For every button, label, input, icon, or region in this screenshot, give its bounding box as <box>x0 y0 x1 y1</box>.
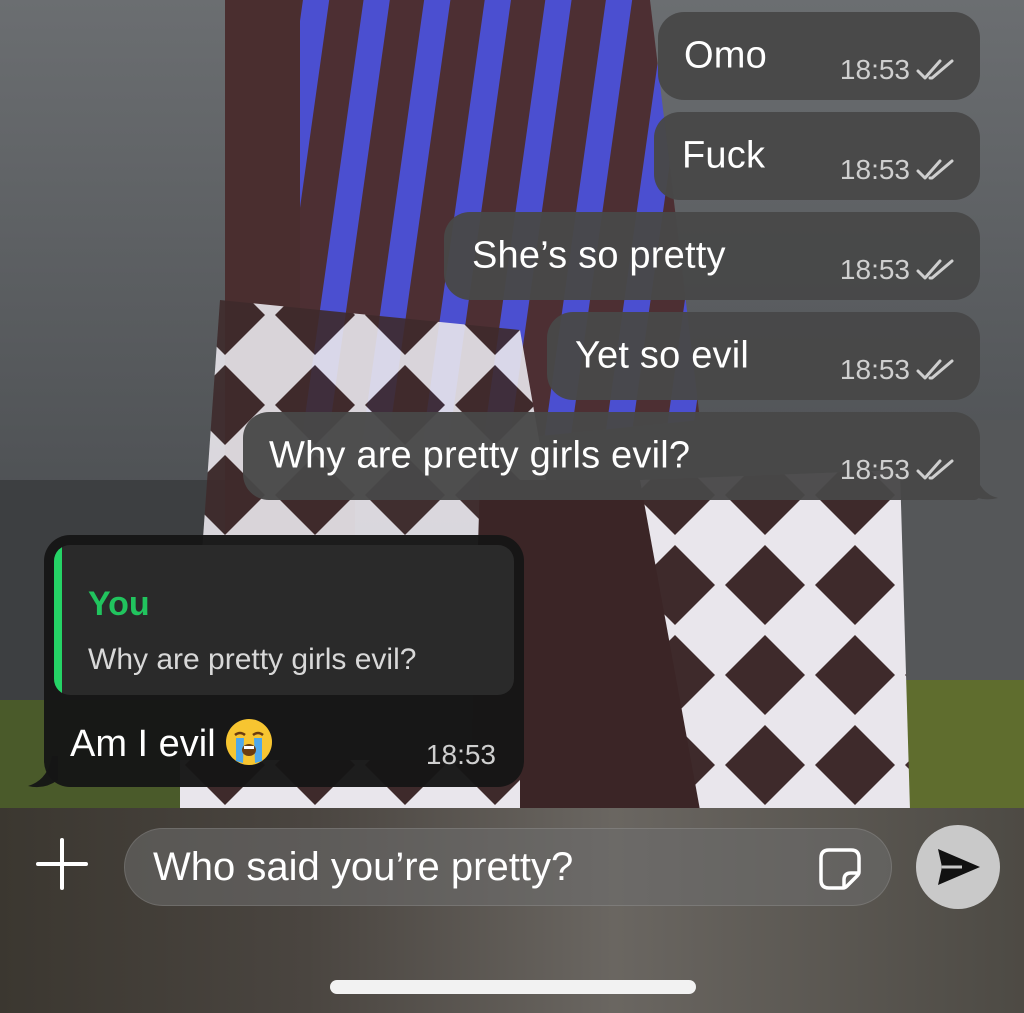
send-icon <box>938 849 980 885</box>
message-time: 18:53 <box>839 254 910 285</box>
send-button[interactable] <box>916 825 1000 909</box>
message-input[interactable]: Who said you’re pretty? <box>124 828 892 906</box>
message-text: Am I evil <box>70 723 216 766</box>
outgoing-message[interactable]: Why are pretty girls evil? 18:53 <box>243 412 980 500</box>
message-text: She’s so pretty <box>472 234 726 277</box>
quote-author: You <box>88 585 150 623</box>
outgoing-message[interactable]: Omo 18:53 <box>658 12 980 100</box>
message-text: Fuck <box>682 134 766 177</box>
read-ticks-icon <box>916 59 954 80</box>
read-ticks-icon <box>916 359 954 380</box>
outgoing-message[interactable]: She’s so pretty 18:53 <box>444 212 980 300</box>
outgoing-message[interactable]: Yet so evil 18:53 <box>547 312 980 400</box>
incoming-message[interactable]: You Why are pretty girls evil? Am I evil… <box>44 535 524 787</box>
message-text: Yet so evil <box>575 334 750 377</box>
message-text: Why are pretty girls evil? <box>269 434 691 477</box>
home-indicator[interactable] <box>330 980 696 994</box>
loudly-crying-face-icon <box>225 719 272 765</box>
message-line: Am I evil <box>70 719 272 769</box>
message-time: 18:53 <box>839 454 910 485</box>
message-text: Omo <box>684 34 767 77</box>
bubble-tail <box>28 756 58 788</box>
message-time: 18:53 <box>839 54 910 85</box>
message-time: 18:53 <box>839 354 910 385</box>
message-time: 18:53 <box>425 739 496 770</box>
outgoing-message[interactable]: Fuck 18:53 <box>654 112 980 200</box>
quote-text: Why are pretty girls evil? <box>88 643 417 676</box>
message-time: 18:53 <box>839 154 910 185</box>
message-input-value: Who said you’re pretty? <box>153 845 574 889</box>
plus-icon[interactable] <box>34 836 90 892</box>
quoted-reply[interactable]: You Why are pretty girls evil? <box>54 545 514 695</box>
sticker-icon[interactable] <box>817 846 863 892</box>
bubble-tail <box>968 470 998 500</box>
read-ticks-icon <box>916 159 954 180</box>
read-ticks-icon <box>916 259 954 280</box>
read-ticks-icon <box>916 459 954 480</box>
quote-accent-bar <box>54 545 62 695</box>
